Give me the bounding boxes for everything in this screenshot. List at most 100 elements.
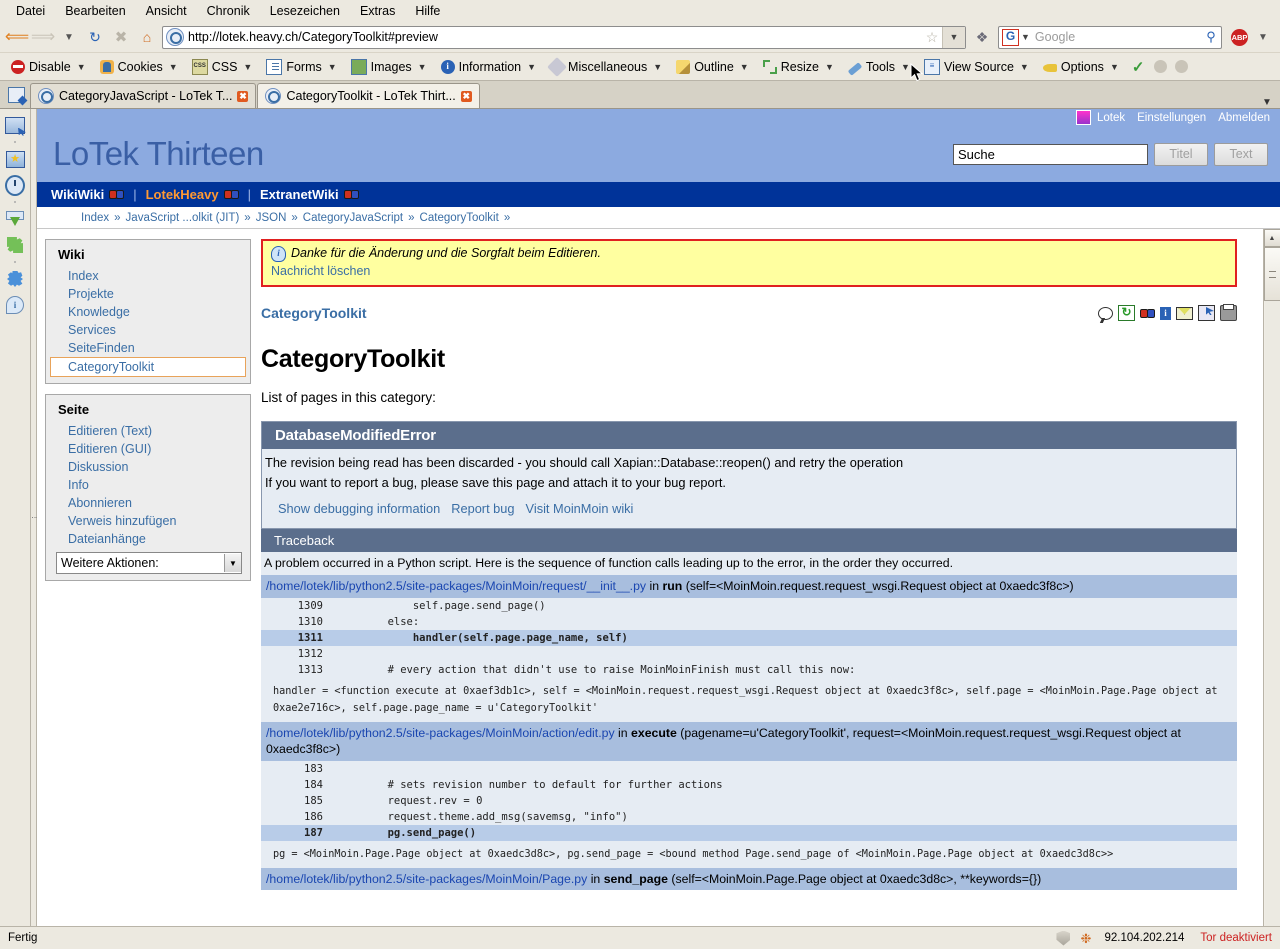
xml-attach-icon[interactable] [1198, 305, 1215, 321]
history-dropdown-icon[interactable]: ▼ [58, 26, 80, 48]
search-text-button[interactable]: Text [1214, 143, 1268, 166]
devtool-tools[interactable]: Tools ▼ [841, 58, 917, 76]
menu-lesezeichen[interactable]: Lesezeichen [260, 2, 350, 20]
search-magnifier-icon[interactable]: ⚲ [1201, 29, 1221, 45]
forward-icon[interactable]: ⟹ [32, 26, 54, 48]
tab-menu-icon[interactable]: ▼ [1254, 97, 1280, 108]
tab-categorytoolkit[interactable]: CategoryToolkit - LoTek Thirt... ✖ [257, 83, 479, 108]
info-icon[interactable]: i [1160, 307, 1171, 320]
status-ball-icon[interactable] [1175, 60, 1188, 73]
tab-categoryjavascript[interactable]: CategoryJavaScript - LoTek T... ✖ [30, 83, 256, 108]
scrollbar-track[interactable] [1265, 301, 1280, 926]
refresh-icon[interactable] [1118, 305, 1135, 321]
traceback-file-link[interactable]: /home/lotek/lib/python2.5/site-packages/… [266, 872, 587, 886]
sidebar-item-services[interactable]: Services [46, 321, 250, 339]
back-icon[interactable]: ⟸ [6, 26, 28, 48]
search-input[interactable]: Google [1035, 30, 1201, 44]
vertical-scrollbar[interactable]: ▲ [1263, 229, 1280, 926]
downloads-icon[interactable] [5, 209, 25, 229]
breadcrumb-json[interactable]: JSON [256, 212, 287, 224]
print-icon[interactable] [1220, 305, 1237, 321]
devtool-disable[interactable]: Disable ▼ [4, 58, 93, 76]
user-name-link[interactable]: Lotek [1097, 112, 1125, 124]
traceback-file-link[interactable]: /home/lotek/lib/python2.5/site-packages/… [266, 579, 646, 593]
extension-icon[interactable]: ❖ [970, 29, 994, 46]
mail-icon[interactable] [1176, 307, 1193, 320]
bookmarks-icon[interactable]: ★ [5, 149, 25, 169]
validate-check-icon[interactable]: ✓ [1126, 58, 1151, 76]
home-icon[interactable]: ⌂ [136, 26, 158, 48]
devtool-miscellaneous[interactable]: Miscellaneous ▼ [543, 58, 669, 76]
search-bar[interactable]: G ▼ Google ⚲ [998, 26, 1222, 49]
scroll-up-icon[interactable]: ▲ [1264, 229, 1280, 247]
sidebar-item-projekte[interactable]: Projekte [46, 285, 250, 303]
info-bubble-icon[interactable]: i [5, 295, 25, 315]
breadcrumb-javascript-jit[interactable]: JavaScript ...olkit (JIT) [126, 212, 240, 224]
subscribe-glasses-icon[interactable] [1140, 306, 1155, 320]
sidebar-item-diskussion[interactable]: Diskussion [46, 458, 250, 476]
sidebar-item-editieren-gui[interactable]: Editieren (GUI) [46, 440, 250, 458]
devtool-css[interactable]: CSS CSS ▼ [185, 57, 260, 77]
chevron-down-icon[interactable]: ▼ [224, 554, 241, 572]
search-title-button[interactable]: Titel [1154, 143, 1208, 166]
devtool-resize[interactable]: Resize ▼ [756, 58, 841, 76]
close-icon[interactable]: ✖ [461, 91, 472, 102]
security-shield-icon[interactable] [1056, 931, 1070, 946]
sidebar-item-categorytoolkit[interactable]: CategoryToolkit [50, 357, 246, 377]
sidebar-item-abonnieren[interactable]: Abonnieren [46, 494, 250, 512]
sidebar-item-knowledge[interactable]: Knowledge [46, 303, 250, 321]
logout-link[interactable]: Abmelden [1218, 112, 1270, 124]
traceback-file-link[interactable]: /home/lotek/lib/python2.5/site-packages/… [266, 726, 615, 740]
breadcrumb-index[interactable]: Index [81, 212, 109, 224]
tor-status[interactable]: Tor deaktiviert [1200, 932, 1272, 944]
wiki-search-input[interactable]: Suche [953, 144, 1148, 165]
devtool-outline[interactable]: Outline ▼ [669, 58, 756, 76]
nav-extranetwiki[interactable]: ExtranetWiki [260, 187, 339, 202]
url-bar[interactable]: http://lotek.heavy.ch/CategoryToolkit#pr… [162, 26, 966, 49]
devtool-view-source[interactable]: ≡ View Source ▼ [917, 57, 1036, 77]
status-ball-icon[interactable] [1154, 60, 1167, 73]
report-bug-link[interactable]: Report bug [451, 501, 514, 516]
search-engine-dropdown-icon[interactable]: ▼ [1021, 32, 1030, 42]
url-text[interactable]: http://lotek.heavy.ch/CategoryToolkit#pr… [188, 30, 922, 44]
sidebar-item-seitefinden[interactable]: SeiteFinden [46, 339, 250, 357]
breadcrumb-categorytoolkit[interactable]: CategoryToolkit [420, 212, 499, 224]
menu-ansicht[interactable]: Ansicht [136, 2, 197, 20]
menu-hilfe[interactable]: Hilfe [405, 2, 450, 20]
show-debugging-information-link[interactable]: Show debugging information [278, 501, 440, 516]
stop-icon[interactable]: ✖ [110, 26, 132, 48]
page-name-link[interactable]: CategoryToolkit [261, 305, 367, 321]
sidebar-item-verweis-hinzufuegen[interactable]: Verweis hinzufügen [46, 512, 250, 530]
page-inspect-icon[interactable] [5, 115, 25, 135]
url-dropdown-icon[interactable]: ▼ [942, 27, 965, 48]
user-settings-link[interactable]: Einstellungen [1137, 112, 1206, 124]
adblock-icon[interactable]: ABP [1231, 29, 1248, 46]
tab-list-icon[interactable] [2, 82, 30, 108]
devtool-forms[interactable]: Forms ▼ [259, 57, 343, 77]
more-actions-select[interactable]: Weitere Aktionen: ▼ [56, 552, 242, 574]
reload-icon[interactable]: ↻ [84, 26, 106, 48]
settings-gear-icon[interactable] [5, 269, 25, 289]
devtool-options[interactable]: Options ▼ [1036, 58, 1126, 76]
breadcrumb-categoryjavascript[interactable]: CategoryJavaScript [303, 212, 403, 224]
toolbar-overflow-icon[interactable]: ▼ [1252, 26, 1274, 48]
scrollbar-thumb[interactable] [1264, 247, 1280, 301]
devtool-cookies[interactable]: Cookies ▼ [93, 58, 185, 76]
nav-lotekheavy[interactable]: LotekHeavy [146, 187, 219, 202]
sidebar-item-info[interactable]: Info [46, 476, 250, 494]
sidebar-item-index[interactable]: Index [46, 267, 250, 285]
menu-bearbeiten[interactable]: Bearbeiten [55, 2, 135, 20]
devtool-information[interactable]: i Information ▼ [434, 58, 543, 76]
menu-chronik[interactable]: Chronik [197, 2, 260, 20]
sidebar-item-editieren-text[interactable]: Editieren (Text) [46, 422, 250, 440]
history-clock-icon[interactable] [5, 175, 25, 195]
menu-datei[interactable]: Datei [6, 2, 55, 20]
bookmark-star-icon[interactable]: ☆ [922, 29, 942, 46]
close-icon[interactable]: ✖ [237, 91, 248, 102]
sidebar-item-dateianhaenge[interactable]: Dateianhänge [46, 530, 250, 548]
devtool-images[interactable]: Images ▼ [344, 57, 434, 77]
addons-puzzle-icon[interactable] [5, 235, 25, 255]
nav-wikiwiki[interactable]: WikiWiki [51, 187, 104, 202]
menu-extras[interactable]: Extras [350, 2, 405, 20]
delete-message-link[interactable]: Nachricht löschen [271, 264, 370, 278]
